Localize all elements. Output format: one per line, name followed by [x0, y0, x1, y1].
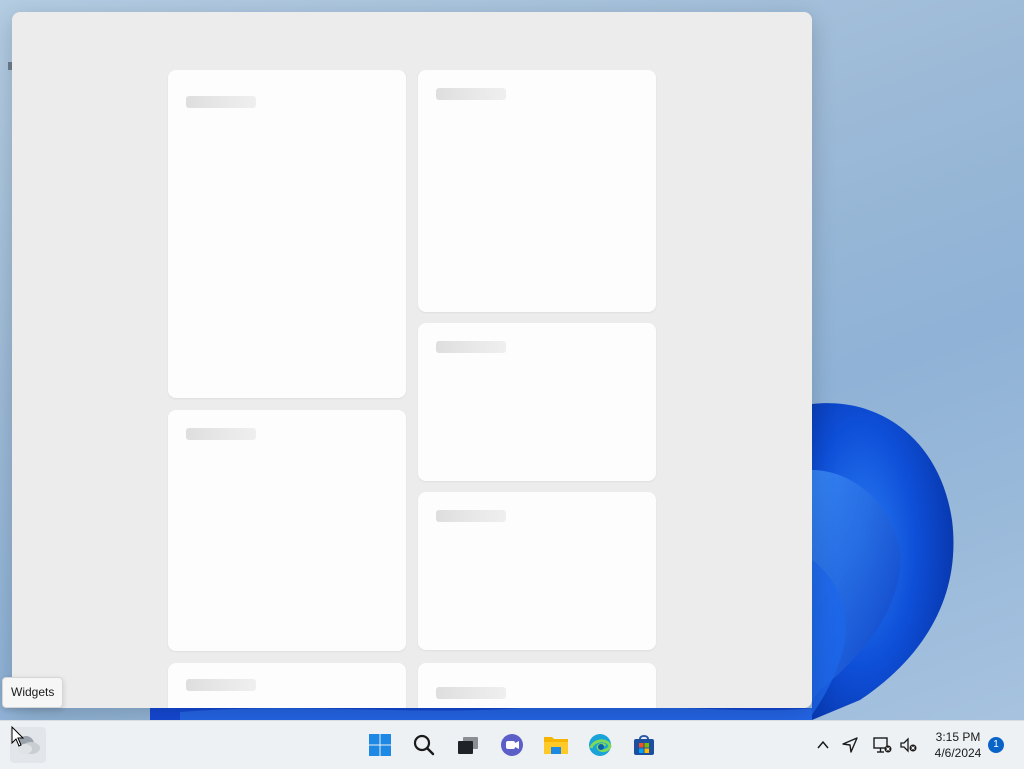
volume-tray-button[interactable]: [897, 733, 921, 757]
store-button[interactable]: [626, 727, 662, 763]
edge-button[interactable]: [582, 727, 618, 763]
store-icon: [634, 735, 654, 755]
task-view-button[interactable]: [450, 727, 486, 763]
network-tray-button[interactable]: [870, 733, 894, 757]
task-view-icon: [458, 737, 478, 754]
widget-title-placeholder: [186, 679, 256, 691]
widget-card[interactable]: [168, 410, 406, 651]
widget-card[interactable]: [418, 492, 656, 650]
notification-badge[interactable]: 1: [988, 737, 1004, 753]
search-button[interactable]: [406, 727, 442, 763]
widgets-tooltip: Widgets: [2, 677, 64, 708]
chat-icon: [501, 734, 523, 756]
widget-card[interactable]: [418, 70, 656, 312]
network-disconnected-icon: [873, 737, 892, 753]
chat-button[interactable]: [494, 727, 530, 763]
windows-logo-icon: [369, 734, 391, 756]
show-hidden-icons-button[interactable]: [811, 733, 835, 757]
location-arrow-icon: [842, 737, 858, 753]
widget-title-placeholder: [436, 687, 506, 699]
file-explorer-button[interactable]: [538, 727, 574, 763]
widget-card[interactable]: [168, 70, 406, 398]
speaker-muted-icon: [900, 737, 917, 753]
clock[interactable]: 3:15 PM 4/6/2024: [926, 729, 990, 761]
location-tray-button[interactable]: [838, 733, 862, 757]
widget-card[interactable]: [418, 663, 656, 708]
widget-title-placeholder: [186, 428, 256, 440]
widget-title-placeholder: [436, 510, 506, 522]
widget-card[interactable]: [418, 323, 656, 481]
taskbar: 3:15 PM 4/6/2024 1: [0, 720, 1024, 769]
folder-icon: [544, 737, 568, 754]
edge-icon: [589, 734, 612, 756]
widget-card[interactable]: [168, 663, 406, 708]
mouse-cursor-icon: [11, 726, 25, 747]
widgets-board[interactable]: [12, 12, 812, 708]
widget-title-placeholder: [436, 341, 506, 353]
clock-time: 3:15 PM: [935, 730, 981, 744]
widget-title-placeholder: [436, 88, 506, 100]
clock-date: 4/6/2024: [934, 746, 982, 760]
start-button[interactable]: [362, 727, 398, 763]
widget-title-placeholder: [186, 96, 256, 108]
search-icon: [413, 734, 435, 756]
chevron-up-icon: [817, 740, 829, 749]
